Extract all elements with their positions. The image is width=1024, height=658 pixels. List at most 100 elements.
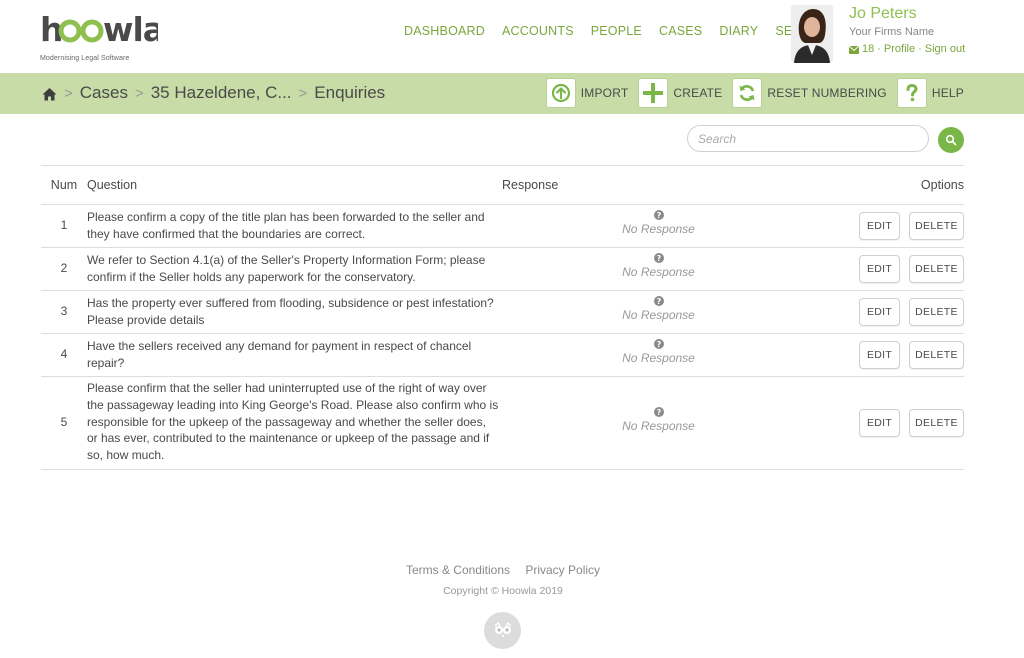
breadcrumb-bar: > Cases > 35 Hazeldene, C... > Enquiries…	[0, 73, 1024, 114]
header-options: Options	[920, 178, 964, 192]
profile-link[interactable]: Profile	[884, 43, 915, 55]
help-circle-icon: ?	[653, 296, 664, 306]
enquiries-table: Num Question Response Options 1 Please c…	[41, 165, 964, 470]
create-label: CREATE	[673, 86, 723, 100]
row-question: Please confirm that the seller had unint…	[87, 381, 499, 463]
table-row: 5 Please confirm that the seller had uni…	[41, 377, 964, 470]
breadcrumb-separator: >	[298, 84, 308, 102]
breadcrumb: > Cases > 35 Hazeldene, C... > Enquiries	[42, 83, 385, 103]
nav-cases[interactable]: CASES	[659, 24, 702, 38]
user-links: 18 · Profile · Sign out	[848, 43, 965, 55]
question-mark-icon	[896, 78, 927, 108]
header-response: Response	[502, 178, 559, 192]
top-header: h wla Modernising Legal Software DASHBOA…	[0, 0, 1024, 73]
delete-button[interactable]: DELETE	[909, 298, 964, 326]
delete-button[interactable]: DELETE	[909, 255, 964, 283]
svg-text:?: ?	[656, 211, 661, 220]
avatar-portrait	[791, 5, 833, 63]
logo-wordmark: h wla	[40, 10, 170, 54]
row-num: 4	[60, 347, 68, 361]
edit-button[interactable]: EDIT	[859, 212, 900, 240]
row-num: 1	[60, 218, 68, 232]
reset-numbering-label: RESET NUMBERING	[767, 86, 887, 100]
user-name[interactable]: Jo Peters	[849, 5, 917, 23]
delete-button[interactable]: DELETE	[909, 341, 964, 369]
help-button[interactable]: HELP	[896, 78, 964, 108]
row-question: Has the property ever suffered from floo…	[87, 296, 494, 327]
nav-diary[interactable]: DIARY	[719, 24, 758, 38]
nav-accounts[interactable]: ACCOUNTS	[502, 24, 574, 38]
help-circle-icon: ?	[653, 253, 664, 263]
envelope-icon[interactable]	[848, 45, 860, 54]
nav-people[interactable]: PEOPLE	[591, 24, 642, 38]
row-response: ? No Response	[601, 339, 716, 365]
row-question: We refer to Section 4.1(a) of the Seller…	[87, 253, 486, 284]
message-count[interactable]: 18	[862, 43, 874, 55]
import-label: IMPORT	[580, 86, 629, 100]
svg-text:?: ?	[656, 340, 661, 349]
row-question: Please confirm a copy of the title plan …	[87, 210, 485, 241]
no-response-text: No Response	[622, 308, 695, 322]
terms-link[interactable]: Terms & Conditions	[406, 563, 510, 577]
breadcrumb-cases[interactable]: Cases	[80, 83, 128, 103]
breadcrumb-separator: >	[134, 84, 144, 102]
breadcrumb-case[interactable]: 35 Hazeldene, C...	[151, 83, 292, 103]
edit-button[interactable]: EDIT	[859, 341, 900, 369]
search-input[interactable]	[687, 125, 929, 152]
edit-button[interactable]: EDIT	[859, 409, 900, 437]
row-num: 5	[60, 415, 68, 429]
privacy-link[interactable]: Privacy Policy	[525, 563, 600, 577]
svg-text:?: ?	[656, 408, 661, 417]
footer-links: Terms & Conditions Privacy Policy	[0, 563, 1006, 577]
no-response-text: No Response	[622, 265, 695, 279]
hoowla-logo[interactable]: h wla Modernising Legal Software	[40, 10, 170, 62]
header-question: Question	[87, 178, 138, 192]
row-num: 3	[60, 304, 68, 318]
main-nav: DASHBOARD ACCOUNTS PEOPLE CASES DIARY SE…	[404, 24, 835, 38]
delete-button[interactable]: DELETE	[909, 409, 964, 437]
user-avatar[interactable]	[791, 5, 833, 63]
edit-button[interactable]: EDIT	[859, 255, 900, 283]
copyright: Copyright © Hoowla 2019	[443, 585, 563, 597]
search-icon	[945, 134, 957, 146]
row-response: ? No Response	[601, 296, 716, 322]
svg-text:?: ?	[656, 254, 661, 263]
help-circle-icon: ?	[653, 407, 664, 417]
row-num: 2	[60, 261, 68, 275]
create-button[interactable]: CREATE	[638, 78, 722, 108]
no-response-text: No Response	[622, 419, 695, 433]
svg-text:?: ?	[656, 297, 661, 306]
help-circle-icon: ?	[653, 339, 664, 349]
table-row: 4 Have the sellers received any demand f…	[41, 334, 964, 377]
plus-icon	[638, 78, 669, 108]
delete-button[interactable]: DELETE	[909, 212, 964, 240]
header-num: Num	[50, 178, 78, 192]
toolbar-actions: IMPORT CREATE RESET NUMBERING HELP	[536, 78, 964, 108]
refresh-icon	[732, 78, 763, 108]
breadcrumb-current: Enquiries	[314, 83, 386, 102]
home-icon[interactable]	[42, 86, 57, 101]
table-row: 3 Has the property ever suffered from fl…	[41, 291, 964, 334]
row-question: Have the sellers received any demand for…	[87, 339, 472, 370]
import-icon	[545, 78, 576, 108]
row-response: ? No Response	[601, 407, 716, 433]
help-circle-icon: ?	[653, 210, 664, 220]
logo-wordmark-graphic: h wla	[40, 10, 165, 49]
owl-logo-icon	[484, 612, 521, 649]
search-button[interactable]	[938, 127, 964, 153]
logo-tagline: Modernising Legal Software	[40, 55, 130, 62]
table-row: 1 Please confirm a copy of the title pla…	[41, 205, 964, 248]
user-firm: Your Firms Name	[849, 26, 935, 38]
import-button[interactable]: IMPORT	[545, 78, 629, 108]
table-header: Num Question Response Options	[41, 166, 964, 205]
sign-out-link[interactable]: Sign out	[925, 43, 965, 55]
table-row: 2 We refer to Section 4.1(a) of the Sell…	[41, 248, 964, 291]
no-response-text: No Response	[622, 222, 695, 236]
link-separator: ·	[877, 43, 881, 55]
link-separator: ·	[918, 43, 922, 55]
edit-button[interactable]: EDIT	[859, 298, 900, 326]
reset-numbering-button[interactable]: RESET NUMBERING	[732, 78, 887, 108]
nav-dashboard[interactable]: DASHBOARD	[404, 24, 485, 38]
no-response-text: No Response	[622, 351, 695, 365]
help-label: HELP	[931, 86, 964, 100]
